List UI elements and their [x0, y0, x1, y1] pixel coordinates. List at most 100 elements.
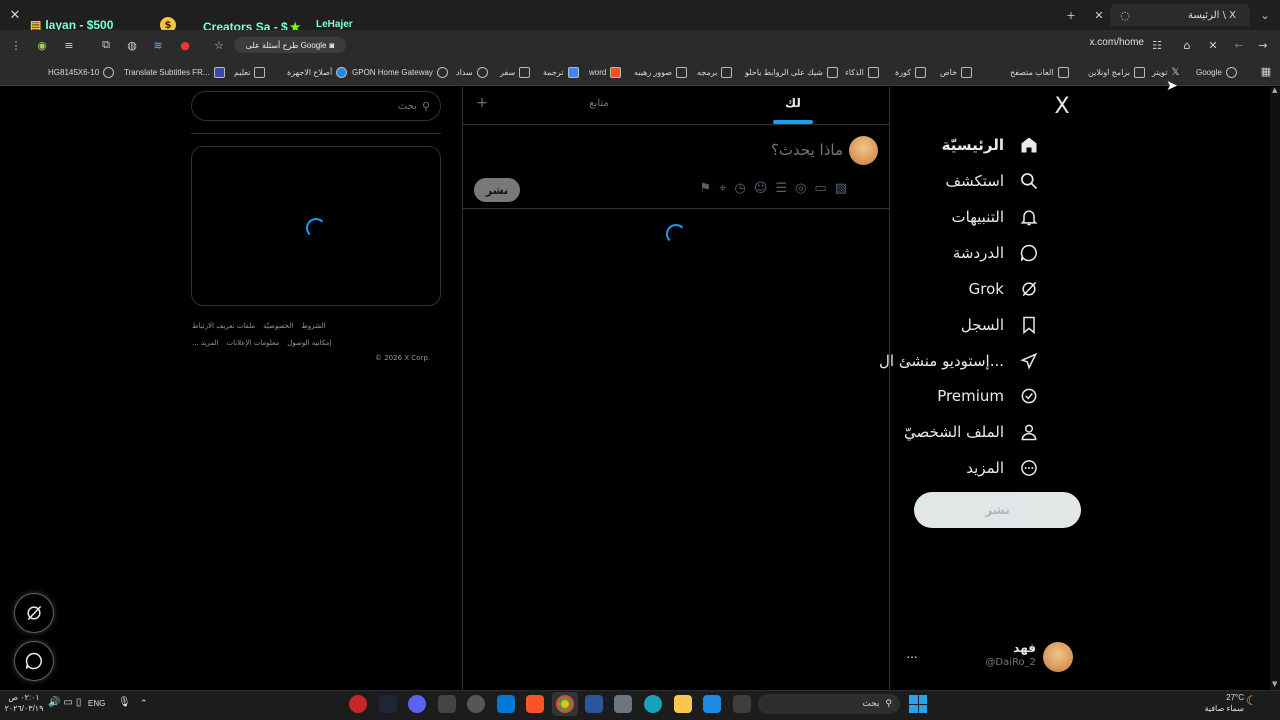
battery-icon[interactable]: ▯: [76, 697, 82, 708]
tab-for-you[interactable]: لك: [760, 96, 826, 110]
forward-arrow-icon[interactable]: ←: [1232, 38, 1246, 52]
apps-grid-icon[interactable]: ▦: [1259, 64, 1273, 78]
profile-avatar-icon[interactable]: ◉: [35, 38, 49, 52]
extensions-puzzle-icon[interactable]: ⧉: [99, 38, 113, 52]
site-settings-icon[interactable]: ☷: [1150, 38, 1164, 52]
tab-list-chevron-icon[interactable]: ⌄: [1258, 8, 1272, 22]
scroll-up-icon[interactable]: ▲: [1272, 86, 1277, 94]
windows-start-icon[interactable]: [909, 695, 927, 713]
app-square-icon[interactable]: [438, 695, 456, 713]
bookmark-item[interactable]: ترجمة: [543, 64, 579, 80]
bookmark-folder[interactable]: برامج اونلاين: [1088, 64, 1145, 80]
bookmark-item[interactable]: صوور رهيبه: [634, 64, 688, 80]
nav-grok[interactable]: Grok: [969, 271, 1040, 307]
grok-icon[interactable]: ◎: [795, 181, 806, 199]
task-view-icon[interactable]: [733, 695, 751, 713]
back-arrow-icon[interactable]: →: [1256, 38, 1270, 52]
steam-icon[interactable]: [379, 695, 397, 713]
nav-home[interactable]: الرئيسيّة: [942, 127, 1040, 163]
clock-date[interactable]: ٢٠٢٦/٠٣/١٩: [4, 704, 44, 713]
emoji-icon[interactable]: ☺: [754, 181, 768, 199]
home-browser-icon[interactable]: ⌂: [1180, 38, 1194, 52]
app-icon[interactable]: [703, 695, 721, 713]
nav-premium[interactable]: Premium: [937, 378, 1040, 414]
nav-chat[interactable]: الدردشة: [953, 235, 1040, 271]
tray-chevron-icon[interactable]: ⌃: [140, 698, 148, 709]
app-red-icon[interactable]: [349, 695, 367, 713]
nav-more[interactable]: المزيد: [966, 450, 1040, 486]
tray-icons[interactable]: 🔊 ▭ ▯: [48, 697, 81, 708]
store-icon[interactable]: [614, 695, 632, 713]
language-indicator[interactable]: ENG: [88, 699, 105, 708]
bookmark-star-icon[interactable]: ☆: [212, 38, 226, 52]
url-field[interactable]: x.com/home: [1040, 37, 1144, 53]
google-ask-chip[interactable]: طرح أسئلة على Google ◙: [234, 37, 346, 53]
bookmark-folder[interactable]: تعليم: [234, 64, 266, 80]
search-box[interactable]: بحث ⚲: [191, 91, 441, 121]
nav-bookmarks[interactable]: السجل: [961, 307, 1040, 343]
flag-icon[interactable]: ⚑: [700, 181, 712, 199]
word-icon[interactable]: [585, 695, 603, 713]
new-tab-icon[interactable]: +: [1064, 8, 1078, 22]
bookmark-google[interactable]: Google: [1196, 64, 1237, 80]
file-explorer-icon[interactable]: [674, 695, 692, 713]
footer-terms-link[interactable]: الشروط: [301, 322, 325, 330]
weather-desc[interactable]: سماء صافية: [1190, 704, 1244, 713]
window-close-icon[interactable]: ✕: [8, 8, 22, 23]
account-avatar[interactable]: [1043, 642, 1073, 672]
bookmark-item[interactable]: word: [589, 64, 622, 80]
footer-accessibility-link[interactable]: إمكانية الوصول: [287, 339, 331, 347]
browser-menu-icon[interactable]: ⋮: [9, 38, 23, 52]
add-tab-icon[interactable]: +: [474, 95, 490, 111]
browser-tab-active[interactable]: ◌ الرئيسة \ X: [1110, 4, 1250, 26]
mail-icon[interactable]: [497, 695, 515, 713]
bookmark-item[interactable]: أصلاح الاجهزة: [287, 64, 348, 80]
footer-ads-info-link[interactable]: معلومات الإعلانات: [227, 339, 280, 347]
edge-icon[interactable]: [644, 695, 662, 713]
gif-icon[interactable]: ▭: [814, 181, 826, 199]
chat-float-button[interactable]: [14, 641, 54, 681]
schedule-icon[interactable]: ◷: [735, 181, 746, 199]
extension-signal-icon[interactable]: ≋: [151, 38, 165, 52]
brave-icon[interactable]: [526, 695, 544, 713]
grok-float-button[interactable]: [14, 593, 54, 633]
bookmark-folder[interactable]: العاب متصفح: [1010, 64, 1069, 80]
footer-more-link[interactable]: المزيد ...: [192, 339, 219, 347]
post-button[interactable]: نشر: [914, 492, 1081, 528]
image-icon[interactable]: ▧: [835, 181, 847, 199]
app-circle-icon[interactable]: [467, 695, 485, 713]
page-scrollbar[interactable]: [1270, 87, 1280, 690]
bookmark-item[interactable]: شيك على الروابط ياحلو: [745, 64, 838, 80]
extension-red-icon[interactable]: ●: [178, 38, 192, 52]
bookmark-item[interactable]: Translate Subtitles FR...: [124, 64, 225, 80]
downloads-icon[interactable]: ≡: [62, 38, 76, 52]
bookmark-folder[interactable]: سفر: [500, 64, 531, 80]
stop-icon[interactable]: ✕: [1206, 38, 1220, 52]
volume-icon[interactable]: 🔊: [48, 697, 60, 708]
bookmark-folder[interactable]: الذكاء: [845, 64, 879, 80]
bookmark-folder[interactable]: خاص: [940, 64, 973, 80]
bookmark-folder[interactable]: كورة: [895, 64, 926, 80]
bookmark-item[interactable]: سداد: [456, 64, 488, 80]
scroll-down-icon[interactable]: ▼: [1272, 680, 1277, 688]
bookmark-item[interactable]: GPON Home Gateway: [352, 64, 448, 80]
chrome-icon[interactable]: [556, 695, 574, 713]
weather-temp[interactable]: 27°C: [1190, 693, 1244, 702]
composer-post-button[interactable]: نشر: [474, 178, 520, 202]
account-more-icon[interactable]: ...: [902, 647, 922, 661]
composer-input[interactable]: ماذا يحدث؟: [650, 141, 843, 159]
nav-explore[interactable]: استكشف: [946, 163, 1040, 199]
poll-icon[interactable]: ☰: [775, 181, 787, 199]
discord-icon[interactable]: [408, 695, 426, 713]
tab-following[interactable]: متابع: [566, 98, 632, 109]
nav-profile[interactable]: الملف الشخصيّ: [904, 414, 1040, 450]
nav-creator-studio[interactable]: إستوديو منشئ ال...: [879, 343, 1040, 379]
x-logo-icon[interactable]: X: [1050, 94, 1074, 119]
footer-privacy-link[interactable]: الخصوصيّة: [263, 322, 293, 330]
location-icon[interactable]: ⌖: [719, 181, 726, 199]
clock-time[interactable]: ٠٢:٠١ ص: [4, 693, 44, 702]
network-icon[interactable]: ▭: [63, 697, 72, 708]
tab-close-icon[interactable]: ✕: [1092, 8, 1106, 22]
extension-circle-icon[interactable]: ◍: [125, 38, 139, 52]
microphone-icon[interactable]: 🎙: [118, 697, 131, 708]
